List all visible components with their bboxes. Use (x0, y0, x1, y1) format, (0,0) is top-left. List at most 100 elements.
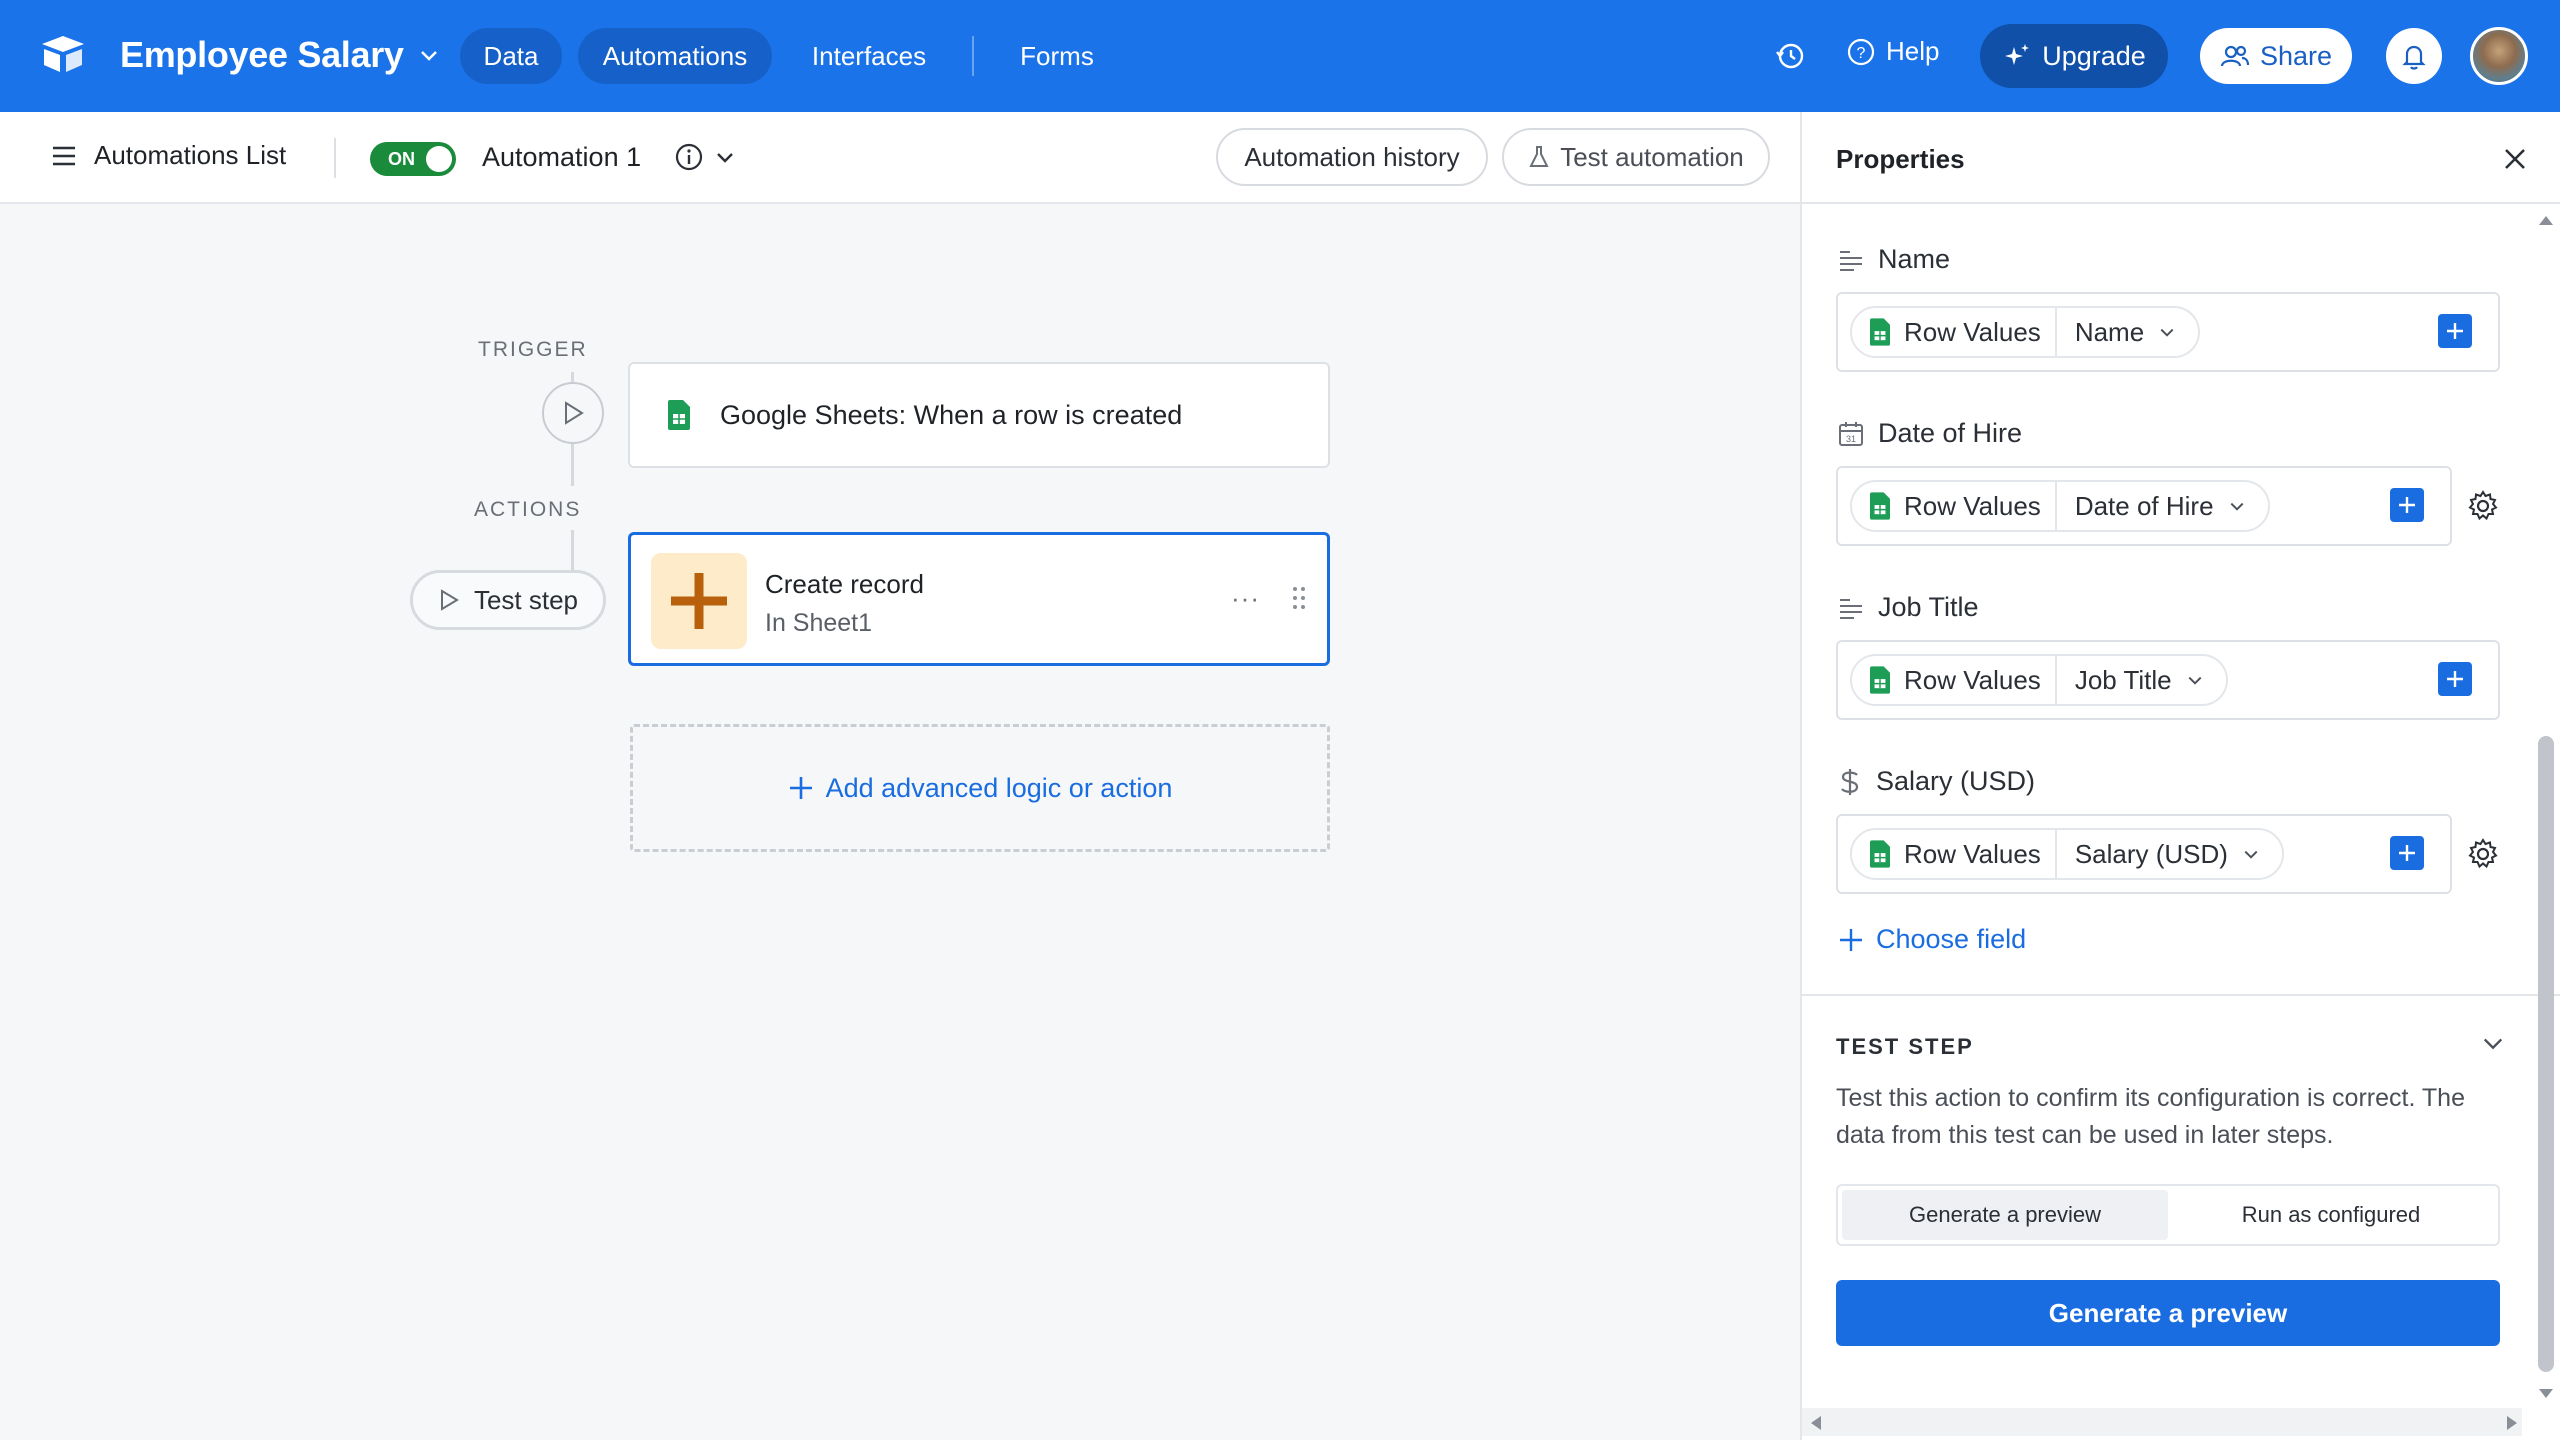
connector-line (571, 530, 574, 570)
chip-value: Name (2074, 316, 2145, 347)
nav-tab-data[interactable]: Data (460, 28, 562, 84)
row-value-chip[interactable]: Row Values Date of Hire (1850, 480, 2270, 532)
mode-run-as-configured[interactable]: Run as configured (2168, 1190, 2494, 1240)
svg-text:31: 31 (1846, 434, 1856, 444)
users-icon (2220, 45, 2250, 67)
action-subtitle: In Sheet1 (765, 609, 873, 637)
nav-tab-automations[interactable]: Automations (578, 28, 772, 84)
insert-value-button[interactable] (2438, 662, 2472, 696)
trigger-card[interactable]: Google Sheets: When a row is created (628, 362, 1330, 468)
choose-field-button[interactable]: Choose field (1838, 924, 2026, 955)
field-label-name: Name (1838, 244, 1950, 275)
actions-section-label: ACTIONS (474, 498, 582, 521)
trigger-run-button[interactable] (542, 382, 604, 444)
row-value-chip[interactable]: Row Values Salary (USD) (1850, 828, 2284, 880)
mode-generate-preview[interactable]: Generate a preview (1842, 1190, 2168, 1240)
field-label-date-of-hire: 31 Date of Hire (1838, 418, 2022, 449)
field-input-date-of-hire[interactable]: Row Values Date of Hire (1836, 466, 2452, 546)
add-logic-button[interactable]: Add advanced logic or action (630, 724, 1330, 852)
plus-icon (2399, 845, 2415, 861)
toggle-label: ON (388, 148, 415, 169)
chip-source: Row Values (1904, 316, 2041, 347)
panel-divider (1802, 994, 2560, 996)
test-automation-label: Test automation (1560, 141, 1744, 172)
test-step-button[interactable]: Test step (410, 570, 606, 630)
trigger-section-label: TRIGGER (478, 338, 588, 361)
flask-icon (1529, 146, 1549, 167)
app-logo-icon[interactable] (40, 34, 86, 74)
history-icon[interactable] (1770, 36, 1810, 76)
field-input-job-title[interactable]: Row Values Job Title (1836, 640, 2500, 720)
scroll-right-arrow-icon[interactable] (2504, 1414, 2520, 1432)
scroll-up-arrow-icon[interactable] (2536, 212, 2556, 228)
insert-value-button[interactable] (2438, 314, 2472, 348)
nav-tab-forms[interactable]: Forms (996, 28, 1118, 84)
automation-name[interactable]: Automation 1 (482, 142, 641, 173)
plus-icon (2447, 323, 2463, 339)
field-input-name[interactable]: Row Values Name (1836, 292, 2500, 372)
field-label-text: Salary (USD) (1876, 766, 2036, 796)
gear-icon[interactable] (2466, 489, 2500, 523)
google-sheets-icon (1870, 318, 1890, 346)
vertical-scrollbar-thumb[interactable] (2538, 736, 2554, 1372)
share-button[interactable]: Share (2200, 28, 2352, 84)
plus-icon (789, 777, 812, 799)
chip-value: Job Title (2074, 664, 2172, 695)
google-sheets-icon (1870, 492, 1890, 520)
horizontal-scrollbar[interactable] (1802, 1408, 2522, 1436)
row-value-chip[interactable]: Row Values Name (1850, 306, 2201, 358)
insert-value-button[interactable] (2390, 836, 2424, 870)
top-bar: Employee Salary Data Automations Interfa… (0, 0, 2560, 112)
row-value-chip[interactable]: Row Values Job Title (1850, 654, 2228, 706)
chevron-down-icon (2188, 676, 2202, 685)
scroll-left-arrow-icon[interactable] (1808, 1414, 1824, 1432)
text-lines-icon (1840, 250, 1862, 271)
notifications-button[interactable] (2386, 28, 2442, 84)
base-name: Employee Salary (120, 34, 404, 75)
share-label: Share (2259, 40, 2333, 71)
scroll-down-arrow-icon[interactable] (2536, 1386, 2556, 1402)
nav-divider (972, 36, 974, 76)
chevron-down-icon[interactable] (2480, 1030, 2506, 1056)
close-icon[interactable] (2498, 142, 2532, 176)
automations-list-label: Automations List (94, 140, 287, 170)
action-card[interactable]: Create record In Sheet1 ··· (628, 532, 1330, 666)
play-icon (440, 589, 459, 611)
automation-on-toggle[interactable]: ON (370, 142, 456, 176)
choose-field-label: Choose field (1876, 924, 2027, 954)
automation-info-dropdown[interactable] (674, 142, 736, 172)
plus-icon (651, 553, 747, 649)
field-input-salary[interactable]: Row Values Salary (USD) (1836, 814, 2452, 894)
panel-title: Properties (1836, 144, 1965, 174)
field-label-salary: Salary (USD) (1838, 766, 2035, 797)
field-label-text: Name (1878, 244, 1951, 274)
text-lines-icon (1840, 598, 1862, 619)
drag-handle-icon[interactable] (1291, 585, 1307, 611)
plus-icon (2399, 497, 2415, 513)
info-icon (675, 143, 703, 171)
gear-icon[interactable] (2466, 837, 2500, 871)
chevron-down-icon (420, 51, 437, 61)
more-options-icon[interactable]: ··· (1231, 583, 1260, 614)
test-automation-button[interactable]: Test automation (1502, 128, 1770, 186)
menu-icon (53, 146, 75, 165)
nav-tab-interfaces[interactable]: Interfaces (790, 28, 948, 84)
play-icon (565, 401, 584, 425)
insert-value-button[interactable] (2390, 488, 2424, 522)
google-sheets-icon (668, 400, 690, 430)
chevron-down-icon (2230, 502, 2243, 511)
calendar-icon: 31 (1839, 421, 1863, 446)
help-button[interactable]: ? Help (1846, 36, 1939, 67)
automations-list-button[interactable]: Automations List (50, 140, 286, 171)
panel-header: Properties (1802, 112, 2560, 204)
base-name-dropdown[interactable]: Employee Salary (120, 34, 440, 76)
upgrade-button[interactable]: Upgrade (1980, 24, 2168, 88)
automation-history-button[interactable]: Automation history (1216, 128, 1488, 186)
avatar[interactable] (2470, 27, 2528, 85)
action-title: Create record (765, 569, 924, 599)
bell-icon (2402, 45, 2426, 70)
svg-text:?: ? (1857, 45, 1866, 62)
sparkle-icon (2005, 44, 2030, 65)
generate-preview-button[interactable]: Generate a preview (1836, 1280, 2500, 1346)
dollar-icon (1841, 768, 1859, 795)
